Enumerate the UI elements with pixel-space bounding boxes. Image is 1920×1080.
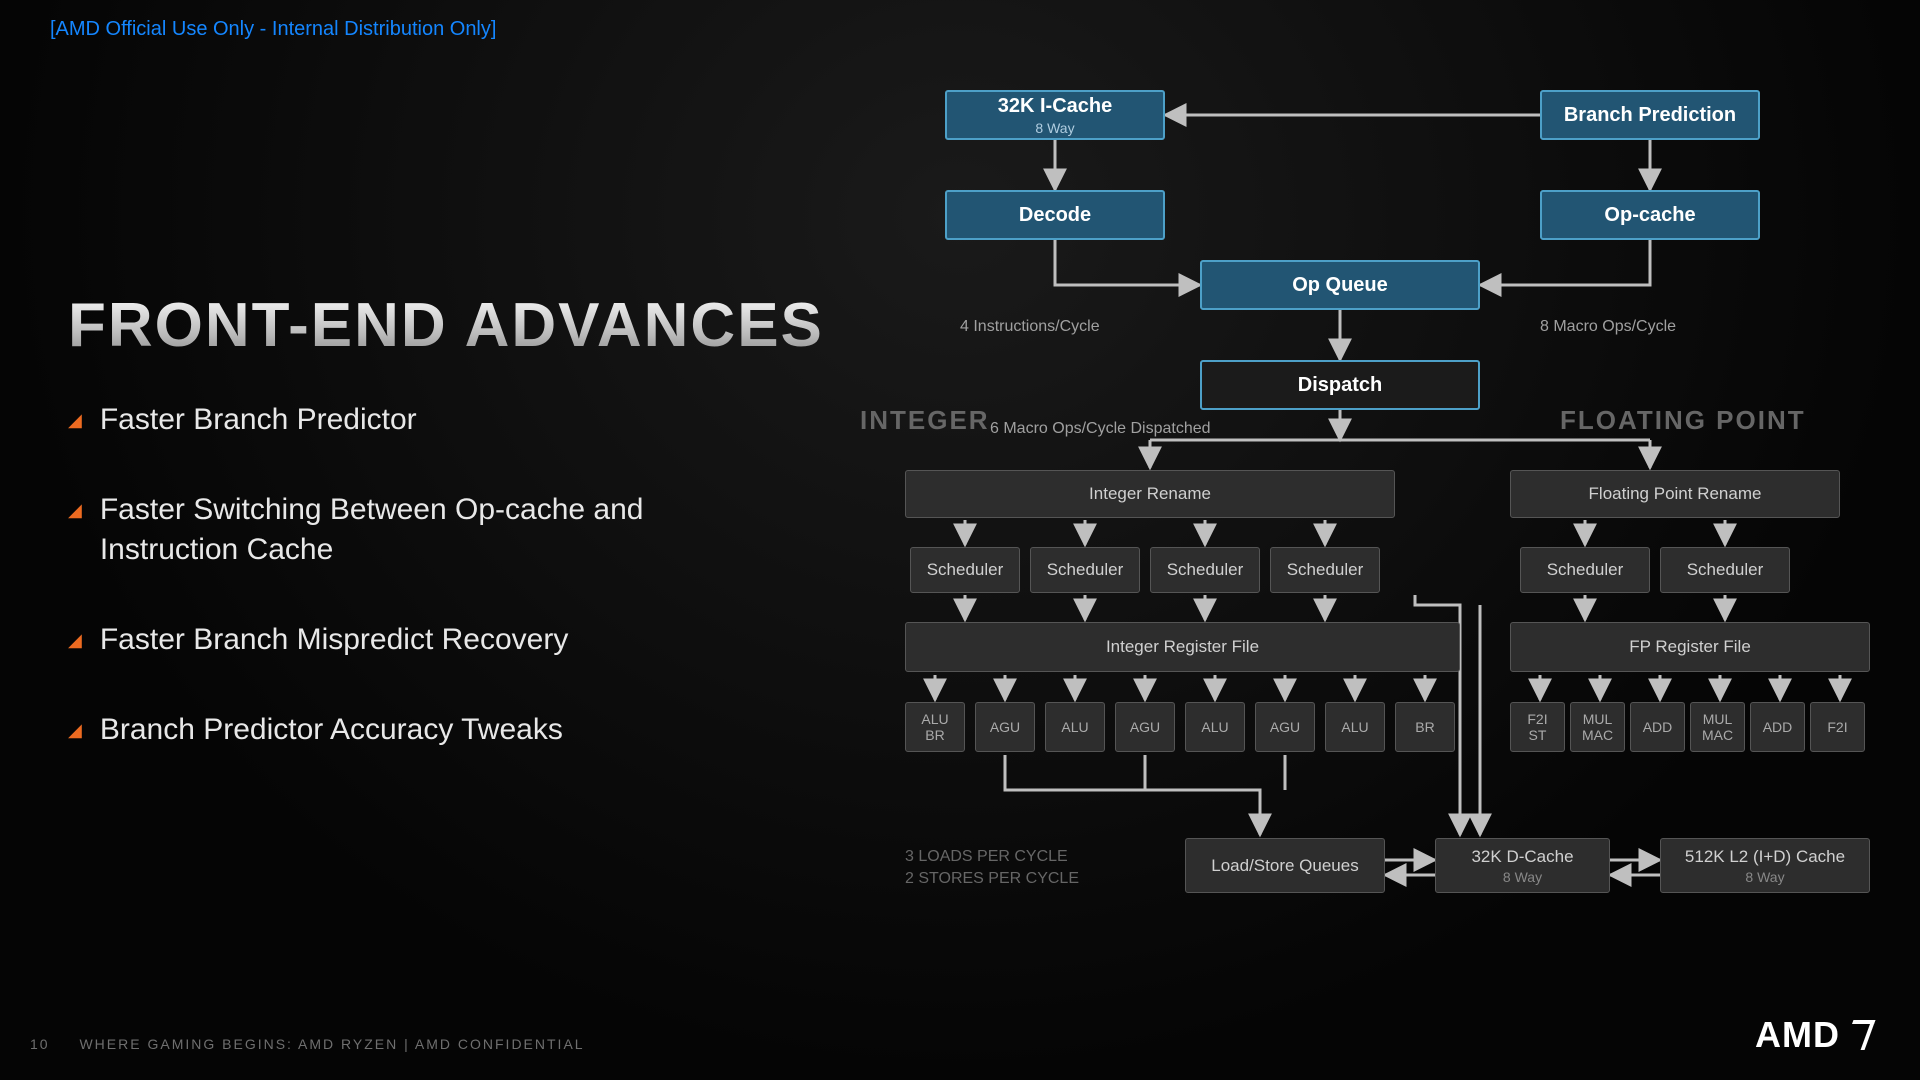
amd-arrow-icon [1843,1020,1876,1050]
node-exec-unit: AGU [1255,702,1315,752]
amd-logo: AMD [1755,1014,1870,1056]
bullet-icon: ◢ [68,710,82,750]
node-fp-scheduler: Scheduler [1520,547,1650,593]
node-exec-unit: F2I [1810,702,1865,752]
footer: 10 WHERE GAMING BEGINS: AMD RYZEN | AMD … [30,1036,585,1052]
architecture-diagram: 32K I-Cache8 Way Branch Prediction Decod… [840,60,1890,1020]
node-dispatch: Dispatch [1200,360,1480,410]
label-loads: 3 LOADS PER CYCLE [905,848,1068,866]
node-branch-prediction: Branch Prediction [1540,90,1760,140]
node-dcache: 32K D-Cache8 Way [1435,838,1610,893]
footer-text: WHERE GAMING BEGINS: AMD RYZEN | AMD CON… [79,1036,584,1052]
label-stores: 2 STORES PER CYCLE [905,870,1079,888]
bullet-text: Faster Branch Mispredict Recovery [100,620,569,660]
node-exec-unit: MUL MAC [1570,702,1625,752]
node-exec-unit: F2I ST [1510,702,1565,752]
node-int-scheduler: Scheduler [1150,547,1260,593]
node-fp-scheduler: Scheduler [1660,547,1790,593]
node-exec-unit: ALU [1185,702,1245,752]
node-integer-rename: Integer Rename [905,470,1395,518]
bullet-icon: ◢ [68,620,82,660]
node-decode: Decode [945,190,1165,240]
bullet-text: Faster Switching Between Op-cache and In… [100,490,688,570]
node-exec-unit: ADD [1750,702,1805,752]
bullet-list: ◢ Faster Branch Predictor ◢ Faster Switchi… [68,400,688,800]
node-int-scheduler: Scheduler [1030,547,1140,593]
bullet-item: ◢ Faster Switching Between Op-cache and I… [68,490,688,570]
node-opcache: Op-cache [1540,190,1760,240]
node-int-scheduler: Scheduler [1270,547,1380,593]
bullet-item: ◢ Faster Branch Predictor [68,400,688,440]
node-l2cache: 512K L2 (I+D) Cache8 Way [1660,838,1870,893]
node-fp-regfile: FP Register File [1510,622,1870,672]
node-fp-rename: Floating Point Rename [1510,470,1840,518]
node-exec-unit: ALU BR [905,702,965,752]
node-icache: 32K I-Cache8 Way [945,90,1165,140]
page-number: 10 [30,1036,50,1052]
classification-banner: [AMD Official Use Only - Internal Distri… [50,18,496,41]
node-exec-unit: ALU [1045,702,1105,752]
bullet-text: Faster Branch Predictor [100,400,417,440]
node-exec-unit: ADD [1630,702,1685,752]
bullet-icon: ◢ [68,490,82,530]
node-lsq: Load/Store Queues [1185,838,1385,893]
node-exec-unit: AGU [1115,702,1175,752]
node-int-regfile: Integer Register File [905,622,1460,672]
label-8mop: 8 Macro Ops/Cycle [1540,318,1676,336]
node-exec-unit: MUL MAC [1690,702,1745,752]
bullet-icon: ◢ [68,400,82,440]
section-fp: FLOATING POINT [1560,405,1806,436]
label-6mop: 6 Macro Ops/Cycle Dispatched [990,420,1211,438]
node-exec-unit: ALU [1325,702,1385,752]
node-int-scheduler: Scheduler [910,547,1020,593]
node-opqueue: Op Queue [1200,260,1480,310]
section-integer: INTEGER [860,405,990,436]
logo-text: AMD [1755,1014,1840,1056]
bullet-item: ◢ Faster Branch Mispredict Recovery [68,620,688,660]
node-exec-unit: BR [1395,702,1455,752]
bullet-item: ◢ Branch Predictor Accuracy Tweaks [68,710,688,750]
node-exec-unit: AGU [975,702,1035,752]
page-title: FRONT-END ADVANCES [68,290,824,361]
bullet-text: Branch Predictor Accuracy Tweaks [100,710,563,750]
label-4ipc: 4 Instructions/Cycle [960,318,1100,336]
